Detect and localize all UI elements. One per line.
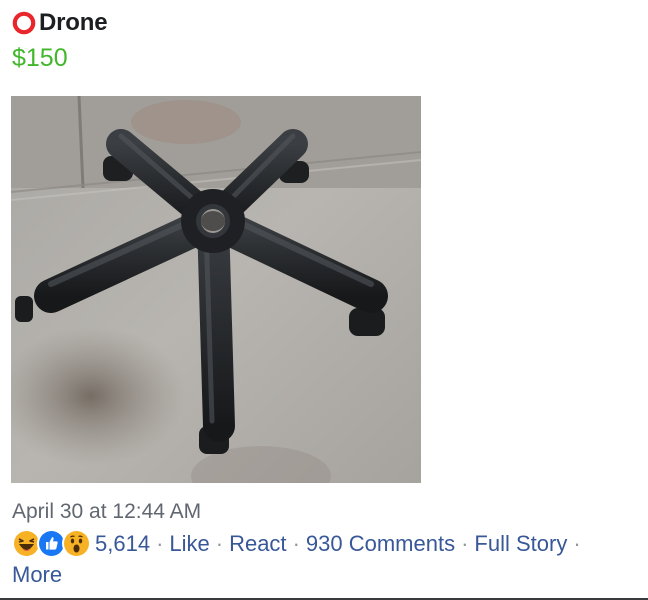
listing-photo[interactable] — [11, 96, 421, 483]
chair-base-photo — [11, 96, 421, 483]
post-timestamp[interactable]: April 30 at 12:44 AM — [12, 500, 201, 524]
red-ring-icon — [12, 11, 36, 35]
title-row: Drone — [12, 7, 108, 39]
comments-link[interactable]: 930 Comments — [306, 531, 455, 557]
reaction-count[interactable]: 5,614 — [95, 531, 150, 557]
separator-dot: · — [156, 530, 164, 556]
more-link[interactable]: More — [12, 562, 62, 588]
separator-dot: · — [461, 530, 469, 556]
price-label: $150 — [12, 44, 68, 72]
reactions-bar: 5,614 · Like · React · 930 Comments · Fu… — [12, 529, 587, 558]
marketplace-post: Drone $150 April 30 at 12:44 AM 5,614 · … — [0, 0, 648, 600]
separator-dot: · — [573, 530, 581, 556]
full-story-link[interactable]: Full Story — [474, 531, 567, 557]
like-link[interactable]: Like — [169, 531, 209, 557]
separator-dot: · — [292, 530, 300, 556]
reaction-icons[interactable] — [12, 529, 91, 558]
wow-reaction-icon — [62, 529, 91, 558]
separator-dot: · — [215, 530, 224, 556]
post-title[interactable]: Drone — [39, 9, 108, 37]
react-link[interactable]: React — [229, 531, 286, 557]
